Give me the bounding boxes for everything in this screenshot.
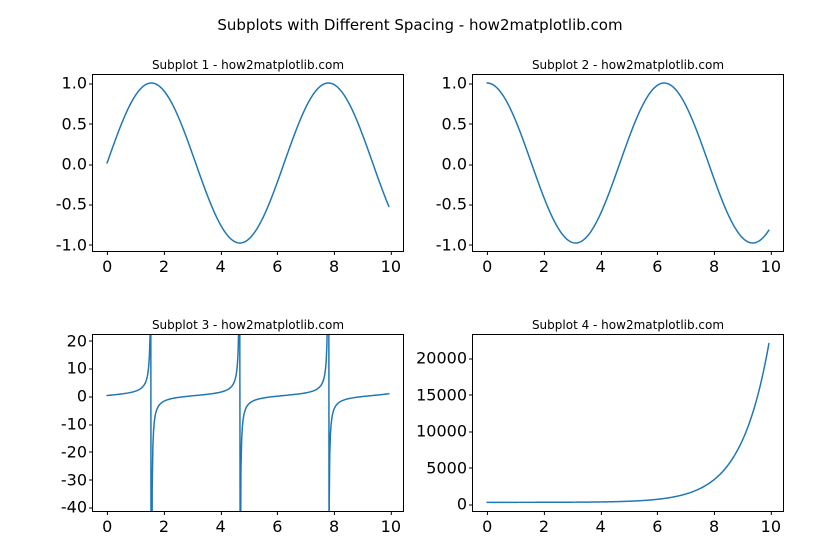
sp1-xtick: 10	[381, 251, 401, 276]
subplot-1-title: Subplot 1 - how2matplotlib.com	[92, 58, 404, 72]
sp1-xtick: 0	[102, 251, 112, 276]
sp4-xtick: 4	[596, 511, 606, 536]
sp3-xtick: 8	[329, 511, 339, 536]
figure-suptitle: Subplots with Different Spacing - how2ma…	[0, 16, 840, 34]
sp1-ytick: -1.0	[56, 235, 93, 254]
sp1-xtick: 2	[159, 251, 169, 276]
sp3-ytick: -40	[61, 498, 93, 517]
sp4-xtick: 6	[652, 511, 662, 536]
sp2-xtick: 8	[709, 251, 719, 276]
subplot-4-line	[473, 335, 783, 511]
subplot-3: Subplot 3 - how2matplotlib.com 0246810-4…	[92, 318, 404, 512]
sp2-xtick: 0	[482, 251, 492, 276]
subplot-4: Subplot 4 - how2matplotlib.com 024681005…	[472, 318, 784, 512]
sp1-ytick: -0.5	[56, 195, 93, 214]
sp4-ytick: 15000	[416, 385, 473, 404]
sp3-ytick: -30	[61, 470, 93, 489]
sp3-ytick: -20	[61, 442, 93, 461]
subplot-1-line	[93, 75, 403, 251]
sp4-ytick: 10000	[416, 422, 473, 441]
subplot-2-axes: 0246810-1.0-0.50.00.51.0	[472, 74, 784, 252]
sp3-ytick: 0	[77, 387, 93, 406]
sp4-ytick: 5000	[426, 458, 473, 477]
sp2-ytick: -1.0	[436, 235, 473, 254]
subplot-3-axes: 0246810-40-30-20-1001020	[92, 334, 404, 512]
subplot-1-axes: 0246810-1.0-0.50.00.51.0	[92, 74, 404, 252]
subplot-2-line	[473, 75, 783, 251]
subplot-3-line	[93, 335, 403, 511]
subplot-2-title: Subplot 2 - how2matplotlib.com	[472, 58, 784, 72]
sp2-ytick: 1.0	[442, 74, 473, 93]
sp1-ytick: 0.5	[62, 114, 93, 133]
sp2-xtick: 4	[596, 251, 606, 276]
subplot-4-title: Subplot 4 - how2matplotlib.com	[472, 318, 784, 332]
sp4-xtick: 8	[709, 511, 719, 536]
sp2-xtick: 2	[539, 251, 549, 276]
sp4-xtick: 2	[539, 511, 549, 536]
sp1-xtick: 8	[329, 251, 339, 276]
subplot-1: Subplot 1 - how2matplotlib.com 0246810-1…	[92, 58, 404, 252]
subplot-2: Subplot 2 - how2matplotlib.com 0246810-1…	[472, 58, 784, 252]
sp2-xtick: 6	[652, 251, 662, 276]
sp2-ytick: -0.5	[436, 195, 473, 214]
sp4-ytick: 0	[457, 495, 473, 514]
sp2-ytick: 0.0	[442, 155, 473, 174]
sp1-ytick: 0.0	[62, 155, 93, 174]
figure: Subplots with Different Spacing - how2ma…	[0, 0, 840, 560]
sp4-xtick: 0	[482, 511, 492, 536]
sp3-ytick: 10	[67, 359, 93, 378]
subplot-3-title: Subplot 3 - how2matplotlib.com	[92, 318, 404, 332]
sp1-xtick: 6	[272, 251, 282, 276]
sp3-xtick: 4	[216, 511, 226, 536]
sp3-xtick: 2	[159, 511, 169, 536]
sp4-ytick: 20000	[416, 349, 473, 368]
sp1-ytick: 1.0	[62, 74, 93, 93]
sp3-xtick: 10	[381, 511, 401, 536]
sp2-ytick: 0.5	[442, 114, 473, 133]
sp3-xtick: 6	[272, 511, 282, 536]
sp1-xtick: 4	[216, 251, 226, 276]
sp3-ytick: 20	[67, 331, 93, 350]
sp3-xtick: 0	[102, 511, 112, 536]
sp3-ytick: -10	[61, 415, 93, 434]
sp4-xtick: 10	[761, 511, 781, 536]
sp2-xtick: 10	[761, 251, 781, 276]
subplot-4-axes: 024681005000100001500020000	[472, 334, 784, 512]
